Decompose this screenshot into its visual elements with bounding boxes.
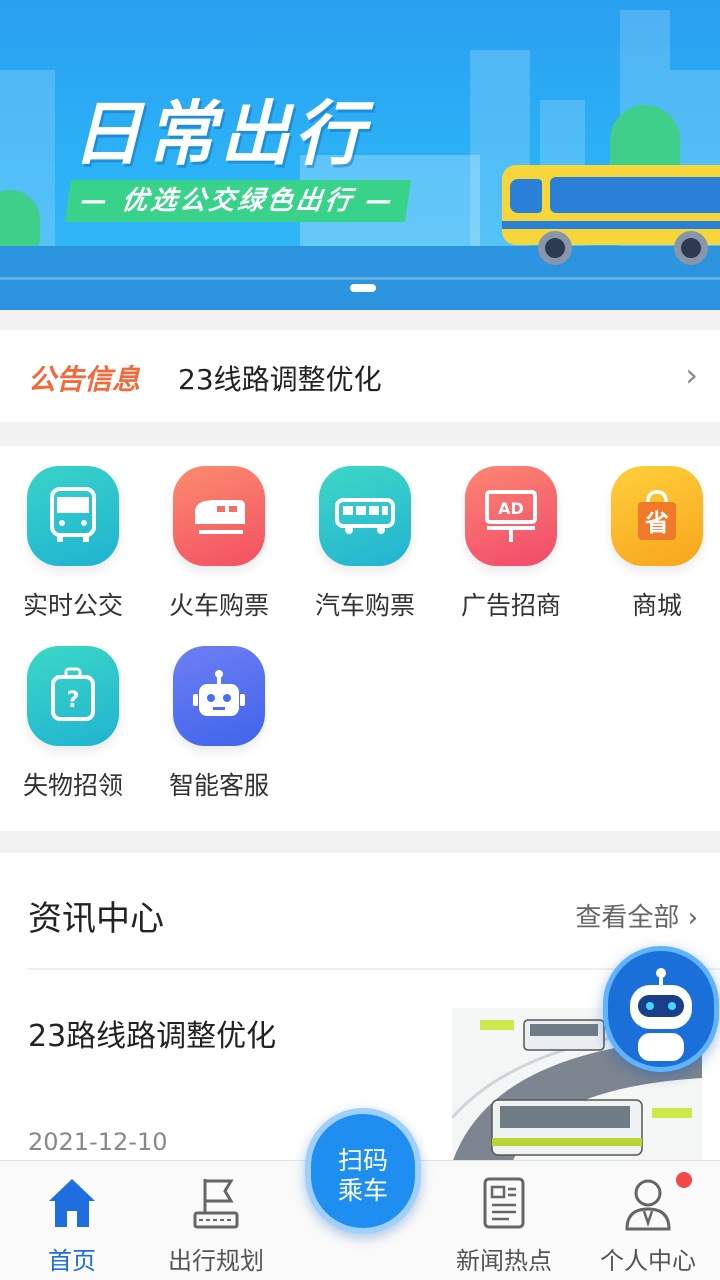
tab-label: 首页 [48, 1247, 96, 1275]
view-all-link[interactable]: 查看全部 › [575, 897, 698, 934]
robot-icon [173, 646, 265, 746]
banner-carousel[interactable]: 日常出行 — 优选公交绿色出行 — [0, 0, 720, 310]
tab-label: 新闻热点 [456, 1247, 552, 1275]
bus-front-icon [27, 466, 119, 566]
svg-text:AD: AD [498, 499, 524, 518]
service-label: 商城 [631, 591, 682, 620]
tab-profile[interactable]: 个人中心 [576, 1161, 720, 1280]
robot-icon [630, 968, 692, 1061]
service-label: 智能客服 [168, 771, 269, 800]
flag-route-icon [191, 1175, 241, 1231]
carousel-indicator[interactable] [350, 284, 376, 292]
tab-news[interactable]: 新闻热点 [432, 1161, 576, 1280]
service-item-mall[interactable]: 省 商城 [584, 446, 720, 620]
chevron-right-icon: › [685, 356, 698, 394]
scan-button-label: 扫码 乘车 [311, 1146, 415, 1206]
service-item-smart-service[interactable]: 智能客服 [146, 626, 292, 800]
service-item-advertising[interactable]: AD 广告招商 [438, 446, 584, 620]
luggage-icon: ? [27, 646, 119, 746]
tab-trip-planning[interactable]: 出行规划 [144, 1161, 288, 1280]
scan-label-line2: 乘车 [337, 1176, 388, 1205]
service-label: 实时公交 [22, 591, 123, 620]
service-label: 失物招领 [22, 771, 123, 800]
news-item-date: 2021-12-10 [28, 1128, 168, 1156]
service-label: 广告招商 [460, 591, 561, 620]
service-item-realtime-bus[interactable]: 实时公交 [0, 446, 146, 620]
road-line [0, 277, 720, 280]
bus-illustration [502, 165, 720, 265]
app-screen: 日常出行 — 优选公交绿色出行 — 公告信息 23线路调整优化 › 实时公交 火… [0, 0, 720, 1280]
tab-home[interactable]: 首页 [0, 1161, 144, 1280]
newspaper-icon [479, 1175, 529, 1231]
tab-label: 个人中心 [600, 1247, 696, 1275]
svg-text:省: 省 [644, 509, 669, 537]
shopping-bag-icon: 省 [611, 466, 703, 566]
floating-assistant-button[interactable] [603, 946, 719, 1072]
user-icon [623, 1175, 673, 1231]
news-item-title[interactable]: 23路线路调整优化 [28, 1011, 276, 1055]
service-item-coach-ticket[interactable]: 汽车购票 [292, 446, 438, 620]
news-section-title: 资讯中心 [28, 899, 164, 939]
services-grid: 实时公交 火车购票 汽车购票 AD 广告招商 省 商城 ? 失物招领 智能客服 [0, 446, 720, 831]
banner-subtitle: — 优选公交绿色出行 — [65, 180, 411, 222]
service-item-lost-found[interactable]: ? 失物招领 [0, 626, 146, 800]
home-icon [47, 1175, 97, 1231]
scan-to-ride-button[interactable]: 扫码 乘车 [305, 1108, 421, 1234]
train-icon [173, 466, 265, 566]
service-item-train-ticket[interactable]: 火车购票 [146, 446, 292, 620]
svg-text:?: ? [67, 688, 80, 713]
coach-bus-icon [319, 466, 411, 566]
notice-tag: 公告信息 [28, 363, 141, 396]
service-label: 汽车购票 [314, 591, 415, 620]
notice-text[interactable]: 23线路调整优化 [178, 358, 382, 398]
ad-billboard-icon: AD [465, 466, 557, 566]
banner-title: 日常出行 [72, 93, 368, 175]
service-label: 火车购票 [168, 591, 269, 620]
scan-label-line1: 扫码 [337, 1146, 388, 1175]
tab-label: 出行规划 [168, 1247, 264, 1275]
notification-badge [676, 1172, 692, 1188]
notice-bar[interactable]: 公告信息 23线路调整优化 › [0, 330, 720, 422]
